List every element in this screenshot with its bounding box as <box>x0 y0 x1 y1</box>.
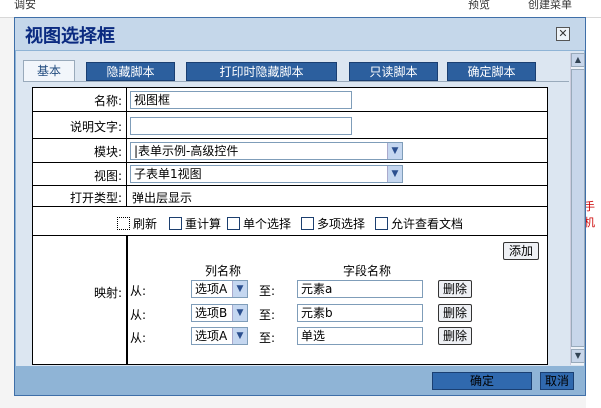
tab-confirm-script[interactable]: 确定脚本 <box>447 62 536 81</box>
from-label: 从: <box>130 284 147 298</box>
mapping-field-input[interactable]: 元素b <box>297 304 423 322</box>
column-name-header: 列名称 <box>205 264 242 278</box>
view-select[interactable]: 子表单1视图 ▼ <box>130 165 403 183</box>
name-label: 名称: <box>93 94 122 108</box>
checkbox-box[interactable] <box>375 217 388 230</box>
mapping-column-value: 选项B <box>195 306 228 320</box>
checkbox-box[interactable] <box>301 217 314 230</box>
chevron-down-icon[interactable]: ▼ <box>232 305 247 321</box>
checkbox-box[interactable] <box>227 217 240 230</box>
row-name: 名称: 视图框 <box>33 88 547 112</box>
dialog-title: 视图选择框 <box>25 26 115 47</box>
mapping-label-cell: 映射: <box>33 236 127 364</box>
open-type-label: 打开类型: <box>69 191 122 205</box>
dialog-title-bar[interactable]: 视图选择框 ✕ <box>15 18 585 50</box>
mapping-column-select[interactable]: 选项A ▼ <box>191 327 248 345</box>
open-type-label-cell: 打开类型: <box>33 186 127 206</box>
dialog-body: 基本 隐藏脚本 打印时隐藏脚本 只读脚本 确定脚本 名称: 视图框 说明文字: … <box>16 51 585 366</box>
desc-label-cell: 说明文字: <box>33 112 127 138</box>
description-input[interactable] <box>130 117 352 135</box>
background-top-bar <box>0 0 601 18</box>
module-select[interactable]: |表单示例-高级控件 ▼ <box>130 142 403 160</box>
tab-print-hide-script[interactable]: 打印时隐藏脚本 <box>186 62 337 81</box>
background-title-fragment: 调安 <box>14 0 36 11</box>
name-label-cell: 名称: <box>33 88 127 111</box>
row-module: 模块: |表单示例-高级控件 ▼ <box>33 139 547 163</box>
view-label: 视图: <box>93 169 122 183</box>
background-create-menu-link[interactable]: 创建菜单 <box>528 0 572 12</box>
tab-readonly-script[interactable]: 只读脚本 <box>349 62 438 81</box>
refresh-checkbox[interactable]: 刷新 <box>117 215 157 232</box>
view-select-dialog: 视图选择框 ✕ 基本 隐藏脚本 打印时隐藏脚本 只读脚本 确定脚本 名称: 视图… <box>14 17 586 396</box>
delete-mapping-button[interactable]: 删除 <box>438 327 472 345</box>
background-right-label: 手机 <box>584 200 595 229</box>
allow-view-doc-checkbox-label: 允许查看文档 <box>391 217 464 231</box>
mapping-divider <box>127 236 128 364</box>
mapping-label: 映射: <box>93 286 122 300</box>
field-name-header: 字段名称 <box>343 264 392 278</box>
row-options: 刷新 重计算 单个选择 多项选择 允许查看文档 <box>33 207 547 236</box>
mapping-field-input[interactable]: 元素a <box>297 280 423 298</box>
from-label: 从: <box>130 331 147 345</box>
open-type-value: 弹出层显示 <box>132 191 193 205</box>
recalculate-checkbox[interactable]: 重计算 <box>169 215 221 232</box>
view-label-cell: 视图: <box>33 163 127 185</box>
view-select-value: 子表单1视图 <box>134 167 202 181</box>
chevron-down-icon[interactable]: ▼ <box>232 281 247 297</box>
scroll-up-icon[interactable]: ▲ <box>571 53 585 67</box>
delete-mapping-button[interactable]: 删除 <box>438 280 472 298</box>
mapping-column-select[interactable]: 选项A ▼ <box>191 280 248 298</box>
name-input[interactable]: 视图框 <box>130 91 352 109</box>
from-label: 从: <box>130 308 147 322</box>
tab-underline <box>23 81 569 82</box>
recalculate-checkbox-label: 重计算 <box>185 217 222 231</box>
single-select-checkbox[interactable]: 单个选择 <box>227 215 291 232</box>
mapping-column-select[interactable]: 选项B ▼ <box>191 304 248 322</box>
module-label: 模块: <box>93 145 122 159</box>
vertical-scrollbar[interactable]: ▲ ▼ <box>570 53 585 365</box>
basic-form: 名称: 视图框 说明文字: 模块: |表单示例-高级控件 ▼ 视图: 子表单1视… <box>32 87 548 365</box>
desc-label: 说明文字: <box>69 120 122 134</box>
delete-mapping-button[interactable]: 删除 <box>438 304 472 322</box>
checkbox-box[interactable] <box>169 217 182 230</box>
row-open-type: 打开类型: 弹出层显示 <box>33 186 547 207</box>
scroll-thumb[interactable] <box>571 69 585 347</box>
to-label: 至: <box>259 308 276 322</box>
multi-select-checkbox[interactable]: 多项选择 <box>301 215 365 232</box>
mapping-column-value: 选项A <box>195 329 228 343</box>
module-label-cell: 模块: <box>33 139 127 162</box>
mapping-field-input[interactable]: 单选 <box>297 327 423 345</box>
row-description: 说明文字: <box>33 112 547 139</box>
allow-view-doc-checkbox[interactable]: 允许查看文档 <box>375 215 463 232</box>
multi-select-checkbox-label: 多项选择 <box>317 217 366 231</box>
module-select-value: |表单示例-高级控件 <box>134 144 239 158</box>
single-select-checkbox-label: 单个选择 <box>243 217 292 231</box>
mapping-column-value: 选项A <box>195 282 228 296</box>
ok-button[interactable]: 确定 <box>432 372 532 390</box>
chevron-down-icon[interactable]: ▼ <box>387 143 402 159</box>
close-icon[interactable]: ✕ <box>556 27 570 41</box>
dialog-footer: 确定 取消 <box>16 367 584 395</box>
row-mapping: 映射: 添加 列名称 字段名称 从: 选项A ▼ 至: 元素a 删除 从: 选项… <box>33 236 547 364</box>
refresh-checkbox-label: 刷新 <box>133 217 158 231</box>
cancel-button[interactable]: 取消 <box>540 372 574 390</box>
tab-hide-script[interactable]: 隐藏脚本 <box>86 62 175 81</box>
add-mapping-button[interactable]: 添加 <box>503 242 539 260</box>
chevron-down-icon[interactable]: ▼ <box>232 328 247 344</box>
background-preview-link[interactable]: 预览 <box>468 0 490 12</box>
to-label: 至: <box>259 284 276 298</box>
row-view: 视图: 子表单1视图 ▼ <box>33 163 547 186</box>
checkbox-box[interactable] <box>117 217 130 230</box>
tab-basic[interactable]: 基本 <box>23 60 75 82</box>
scroll-down-icon[interactable]: ▼ <box>571 349 585 363</box>
chevron-down-icon[interactable]: ▼ <box>387 166 402 182</box>
to-label: 至: <box>259 331 276 345</box>
